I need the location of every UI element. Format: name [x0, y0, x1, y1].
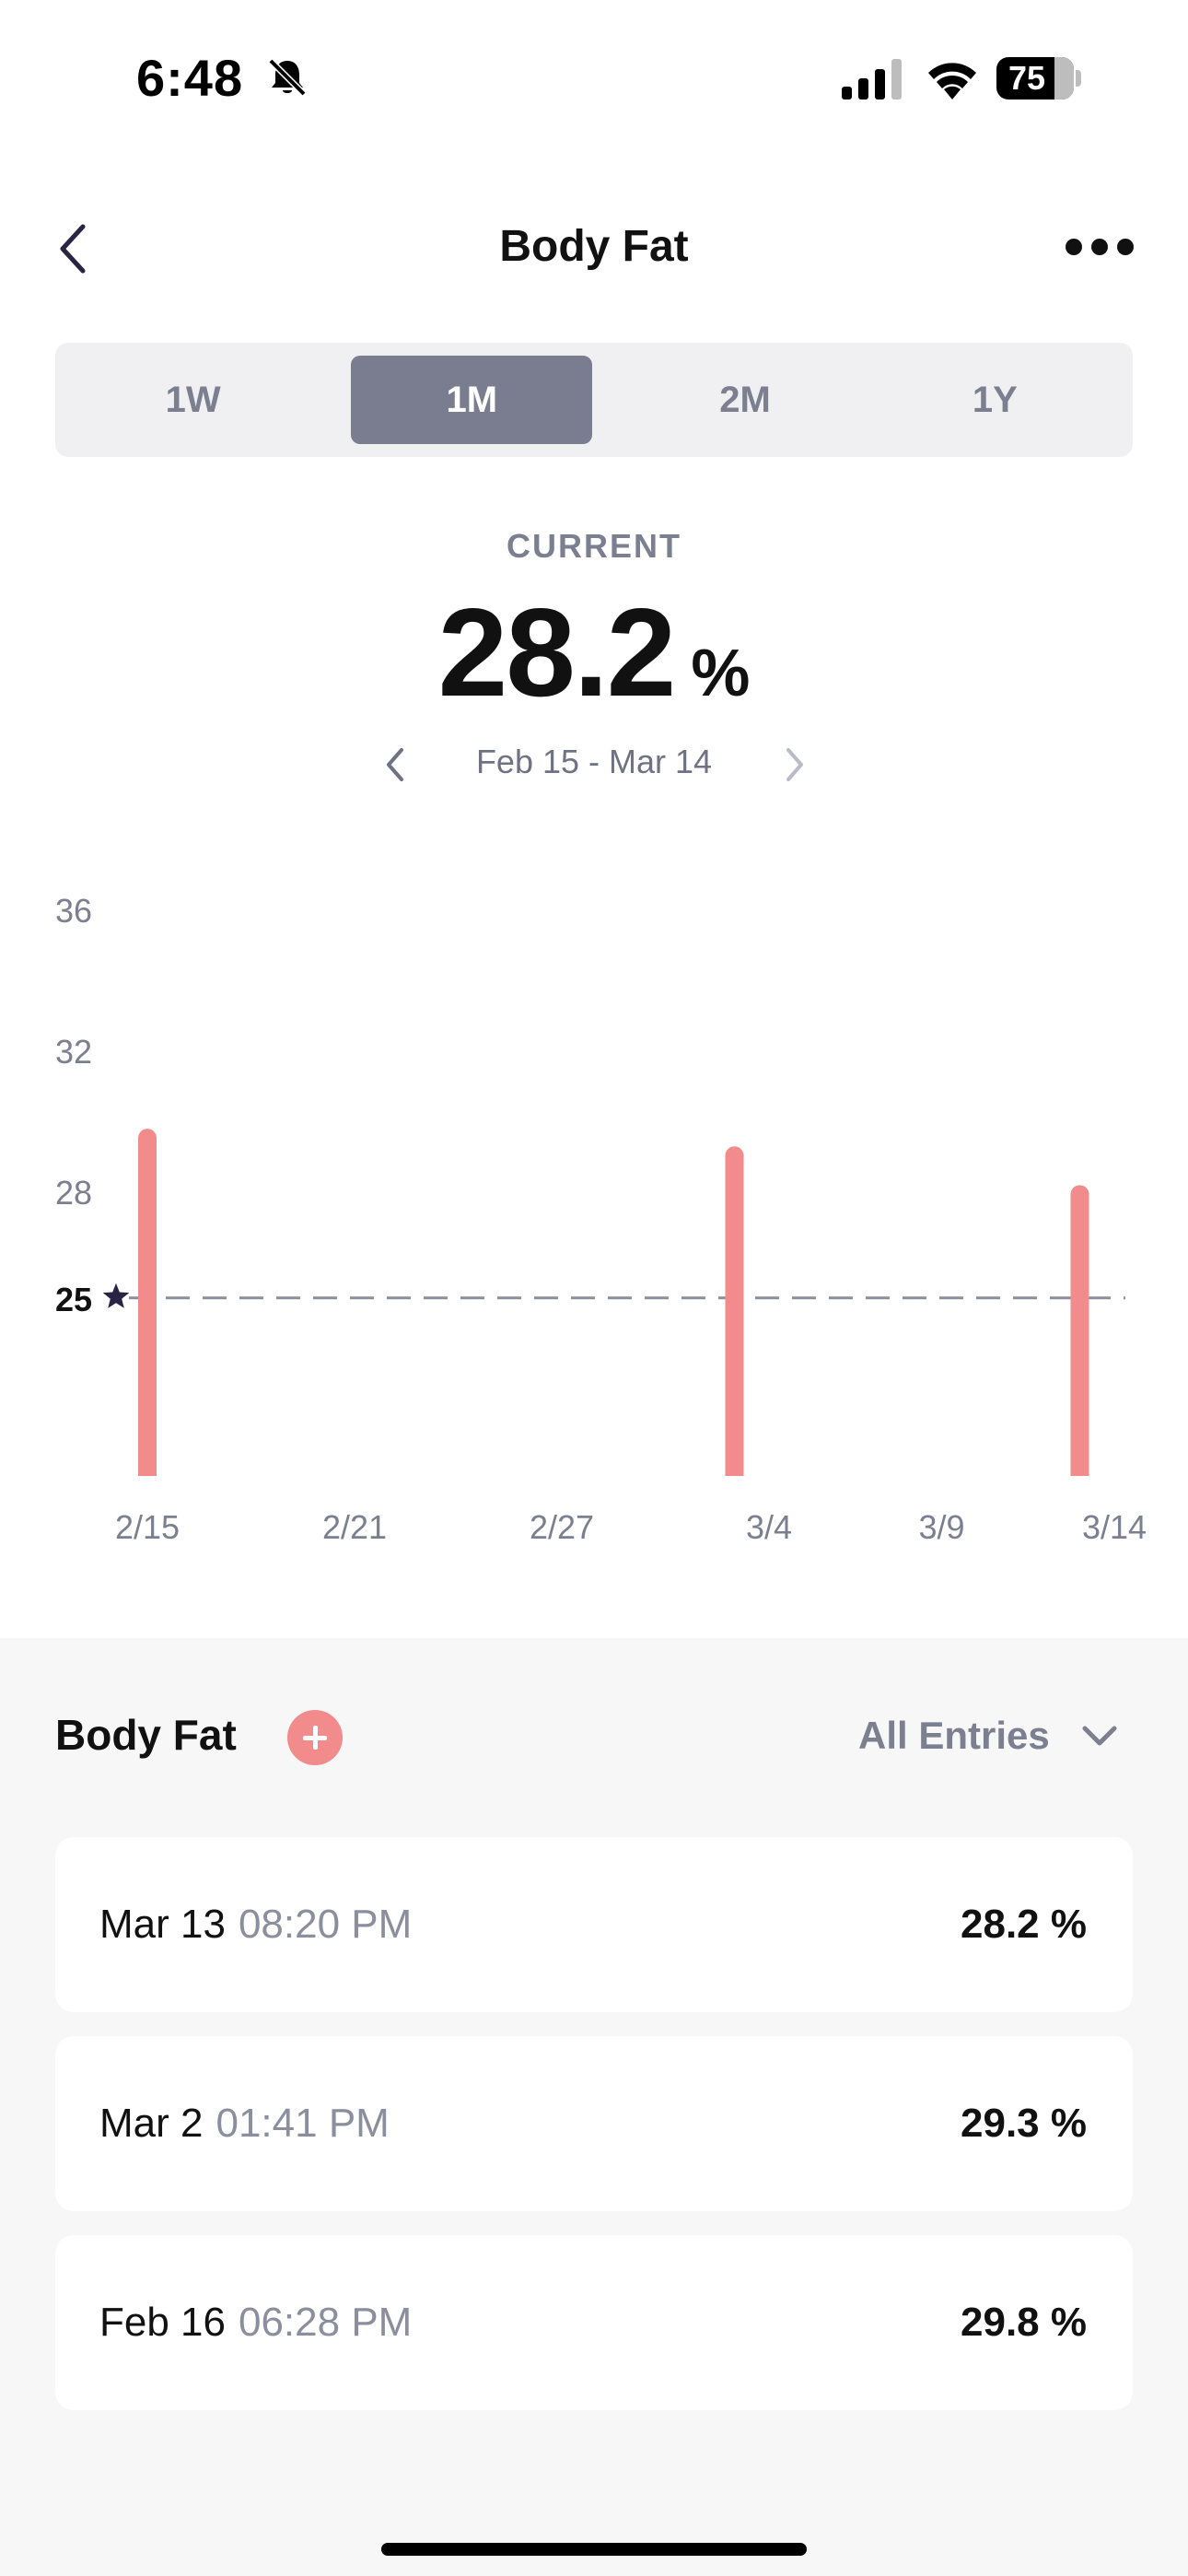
goal-star-icon	[102, 1282, 130, 1308]
chart-bar	[1070, 1185, 1089, 1476]
chart-bar-base	[1070, 1465, 1089, 1476]
signal-icon	[842, 59, 902, 100]
battery-percentage: 75	[1007, 59, 1046, 97]
chart-bar-base	[725, 1465, 744, 1476]
entry-time: 01:41 PM	[215, 2101, 390, 2146]
date-range-label: Feb 15 - Mar 14	[475, 743, 713, 780]
tab-1y[interactable]: 1Y	[870, 356, 1120, 444]
entries-list: Mar 13 08:20 PM 28.2 % Mar 2 01:41 PM 29.3…	[55, 1837, 1133, 2434]
page-title: Body Fat	[499, 222, 689, 271]
battery-icon: 75	[996, 57, 1081, 100]
entry-row[interactable]: Feb 16 06:28 PM 29.8 %	[55, 2235, 1133, 2410]
tab-2m[interactable]: 2M	[620, 356, 869, 444]
x-tick-label: 2/21	[322, 1508, 387, 1546]
home-indicator	[381, 2543, 807, 2556]
entry-date: Feb 16	[99, 2300, 226, 2345]
x-tick-label: 2/15	[115, 1508, 180, 1546]
entry-time: 06:28 PM	[238, 2300, 413, 2345]
more-options-icon[interactable]	[1065, 232, 1135, 262]
x-tick-label: 3/9	[918, 1508, 964, 1546]
entry-row[interactable]: Mar 13 08:20 PM 28.2 %	[55, 1837, 1133, 2012]
current-value: 28.2	[437, 582, 677, 722]
date-range-navigator: Feb 15 - Mar 14	[0, 737, 1188, 792]
x-tick-label: 3/4	[746, 1508, 792, 1546]
status-bar: 6:48 75	[0, 0, 1188, 138]
y-tick-label: 28	[55, 1174, 92, 1212]
y-tick-label: 36	[55, 892, 92, 930]
entries-section-title: Body Fat	[55, 1711, 237, 1759]
current-unit: %	[691, 637, 751, 710]
tab-1w[interactable]: 1W	[68, 356, 318, 444]
current-value-row: 28.2%	[0, 580, 1188, 724]
entries-filter-dropdown[interactable]: All Entries	[858, 1714, 1050, 1758]
next-range-icon[interactable]	[775, 744, 812, 785]
x-tick-label: 2/27	[530, 1508, 594, 1546]
entry-value: 29.8 %	[961, 2300, 1087, 2345]
add-entry-button[interactable]	[287, 1710, 343, 1765]
entry-date: Mar 2	[99, 2101, 204, 2146]
chart-bar-base	[138, 1465, 157, 1476]
entry-time: 08:20 PM	[238, 1902, 413, 1947]
entry-value: 29.3 %	[961, 2101, 1087, 2146]
entry-date-time: Mar 13 08:20 PM	[99, 1902, 412, 1948]
chevron-down-icon[interactable]	[1079, 1721, 1120, 1752]
current-label: CURRENT	[507, 527, 681, 565]
entry-value: 28.2 %	[961, 1902, 1087, 1947]
body-fat-chart: 36 32 28 25 2/15 2/21 2/27 3/4 3/9 3/14	[55, 892, 1147, 1546]
x-tick-label: 3/14	[1082, 1508, 1147, 1546]
chart-bar	[725, 1146, 744, 1476]
wifi-icon	[928, 63, 976, 100]
goal-label: 25	[55, 1281, 92, 1318]
entry-date: Mar 13	[99, 1902, 226, 1947]
bell-slash-icon	[268, 58, 307, 97]
entry-row[interactable]: Mar 2 01:41 PM 29.3 %	[55, 2036, 1133, 2211]
status-time: 6:48	[136, 49, 244, 107]
time-range-segmented-control: 1W 1M 2M 1Y	[55, 343, 1133, 457]
entry-date-time: Mar 2 01:41 PM	[99, 2101, 390, 2147]
y-tick-label: 32	[55, 1033, 92, 1071]
entry-date-time: Feb 16 06:28 PM	[99, 2300, 412, 2346]
tab-1m[interactable]: 1M	[351, 356, 593, 444]
chart-bar	[138, 1129, 157, 1476]
